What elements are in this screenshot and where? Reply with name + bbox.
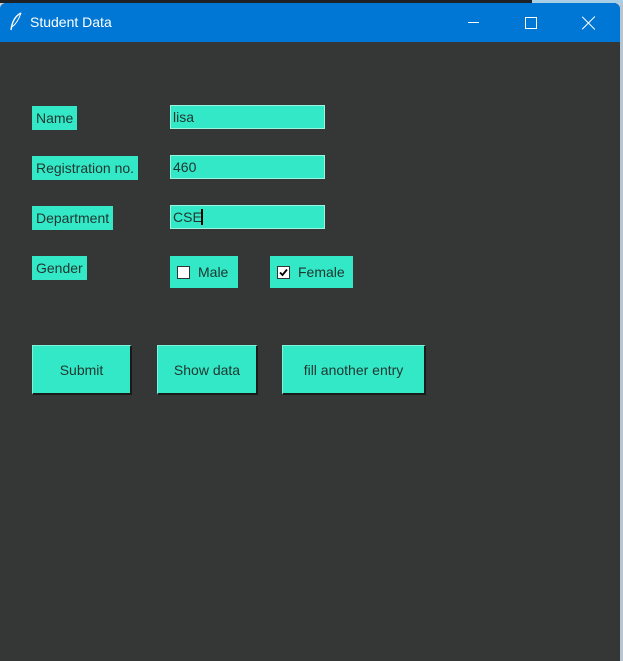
close-button[interactable]	[566, 3, 612, 42]
registration-input[interactable]: 460	[170, 155, 325, 179]
department-label: Department	[32, 206, 114, 230]
name-label: Name	[32, 106, 78, 130]
minimize-icon	[467, 22, 479, 23]
male-checkbox[interactable]: Male	[170, 256, 238, 288]
fill-another-entry-button[interactable]: fill another entry	[282, 345, 426, 395]
female-checkbox[interactable]: Female	[270, 256, 353, 288]
name-input[interactable]: lisa	[170, 105, 325, 129]
show-data-button[interactable]: Show data	[157, 345, 258, 395]
gender-label: Gender	[32, 256, 87, 280]
male-label: Male	[198, 264, 229, 280]
title-bar[interactable]: Student Data	[0, 3, 620, 42]
text-cursor	[200, 209, 203, 225]
maximize-icon	[525, 16, 537, 29]
close-icon	[582, 16, 596, 30]
department-value: CSE	[173, 209, 202, 225]
checkbox-unchecked-icon	[177, 265, 190, 279]
student-data-window: Student Data Name lisa Registration no. …	[0, 3, 620, 661]
minimize-button[interactable]	[450, 3, 496, 42]
registration-label: Registration no.	[32, 156, 139, 180]
maximize-button[interactable]	[508, 3, 554, 42]
department-input[interactable]: CSE	[170, 205, 325, 229]
window-title: Student Data	[30, 14, 112, 30]
female-label: Female	[298, 264, 345, 280]
submit-button[interactable]: Submit	[32, 345, 132, 395]
checkmark-icon	[277, 265, 290, 279]
feather-icon	[9, 12, 23, 32]
